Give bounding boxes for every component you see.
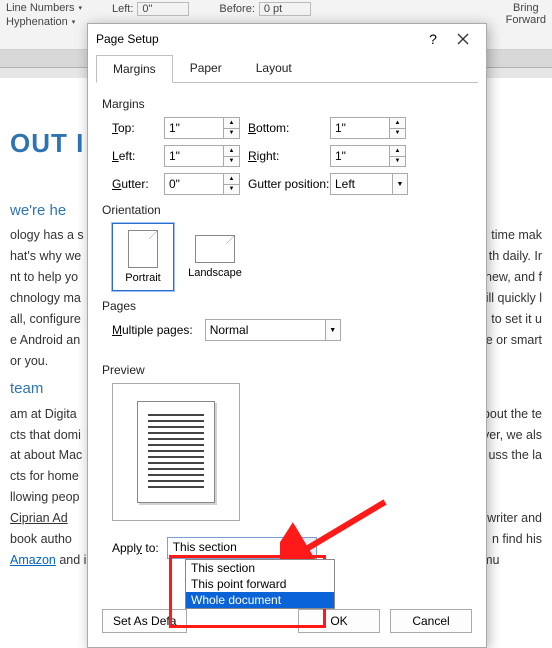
preview-page-icon [137, 401, 215, 503]
set-default-button[interactable]: Set As Defa [102, 609, 187, 633]
landscape-button[interactable]: Landscape [184, 223, 246, 291]
left-spinner[interactable]: ▲▼ [164, 145, 248, 167]
cancel-button[interactable]: Cancel [390, 609, 472, 633]
landscape-icon [195, 235, 235, 263]
gutter-spinner[interactable]: ▲▼ [164, 173, 248, 195]
orientation-header: Orientation [102, 203, 472, 217]
multiple-pages-combo[interactable]: Normal▼ [205, 319, 341, 341]
top-input[interactable] [164, 117, 224, 139]
bottom-input[interactable] [330, 117, 390, 139]
bring-forward-button[interactable]: Bring Forward [506, 2, 546, 47]
gutter-pos-value: Left [330, 173, 392, 195]
apply-to-label: Apply to: [112, 541, 159, 555]
multiple-pages-value: Normal [205, 319, 325, 341]
multiple-pages-label: Multiple pages: [112, 323, 193, 337]
spacing-before-label: Before: [219, 3, 254, 15]
right-input[interactable] [330, 145, 390, 167]
help-button[interactable]: ? [418, 25, 448, 53]
portrait-label: Portrait [125, 272, 160, 284]
gutter-label: Gutter: [112, 177, 164, 191]
tab-margins[interactable]: Margins [96, 55, 173, 83]
apply-to-value: This section [168, 538, 299, 558]
chevron-down-icon[interactable]: ▼ [392, 173, 408, 195]
spinner-down-icon[interactable]: ▼ [224, 128, 240, 140]
spinner-up-icon[interactable]: ▲ [224, 117, 240, 128]
titlebar: Page Setup ? [88, 24, 486, 54]
right-spinner[interactable]: ▲▼ [330, 145, 414, 167]
right-label: Right: [248, 149, 330, 163]
indent-left-label: Left: [112, 3, 133, 15]
apply-to-dropdown: This section This point forward Whole do… [185, 559, 335, 609]
indent-left-value[interactable]: 0" [137, 2, 189, 16]
chevron-down-icon[interactable]: ▼ [299, 538, 316, 558]
top-spinner[interactable]: ▲▼ [164, 117, 248, 139]
gutter-pos-combo[interactable]: Left▼ [330, 173, 414, 195]
tab-strip: Margins Paper Layout [96, 54, 478, 83]
portrait-button[interactable]: Portrait [112, 223, 174, 291]
portrait-icon [128, 230, 158, 268]
apply-option-this-point-forward[interactable]: This point forward [186, 576, 334, 592]
dialog-title: Page Setup [96, 32, 418, 46]
margins-header: Margins [102, 97, 472, 111]
bottom-label: Bottom: [248, 121, 330, 135]
preview-header: Preview [102, 363, 472, 377]
apply-option-this-section[interactable]: This section [186, 560, 334, 576]
bottom-spinner[interactable]: ▲▼ [330, 117, 414, 139]
apply-option-whole-document[interactable]: Whole document [186, 592, 334, 608]
spacing-before-value[interactable]: 0 pt [259, 2, 311, 16]
tab-paper[interactable]: Paper [173, 54, 239, 82]
pages-header: Pages [102, 299, 472, 313]
close-icon [457, 33, 469, 45]
close-button[interactable] [448, 25, 478, 53]
line-numbers-menu[interactable]: Line Numbers [6, 2, 74, 14]
apply-to-combo[interactable]: This section ▼ [167, 537, 317, 559]
landscape-label: Landscape [188, 267, 242, 279]
preview-box [112, 383, 240, 521]
gutter-pos-label: Gutter position: [248, 177, 330, 191]
chevron-down-icon[interactable]: ▼ [325, 319, 341, 341]
gutter-input[interactable] [164, 173, 224, 195]
hyphenation-menu[interactable]: Hyphenation [6, 16, 68, 28]
left-input[interactable] [164, 145, 224, 167]
page-setup-dialog: Page Setup ? Margins Paper Layout Margin… [87, 23, 487, 648]
tab-layout[interactable]: Layout [239, 54, 309, 82]
left-label: Left: [112, 149, 164, 163]
top-label: Top: [112, 121, 164, 135]
ok-button[interactable]: OK [298, 609, 380, 633]
